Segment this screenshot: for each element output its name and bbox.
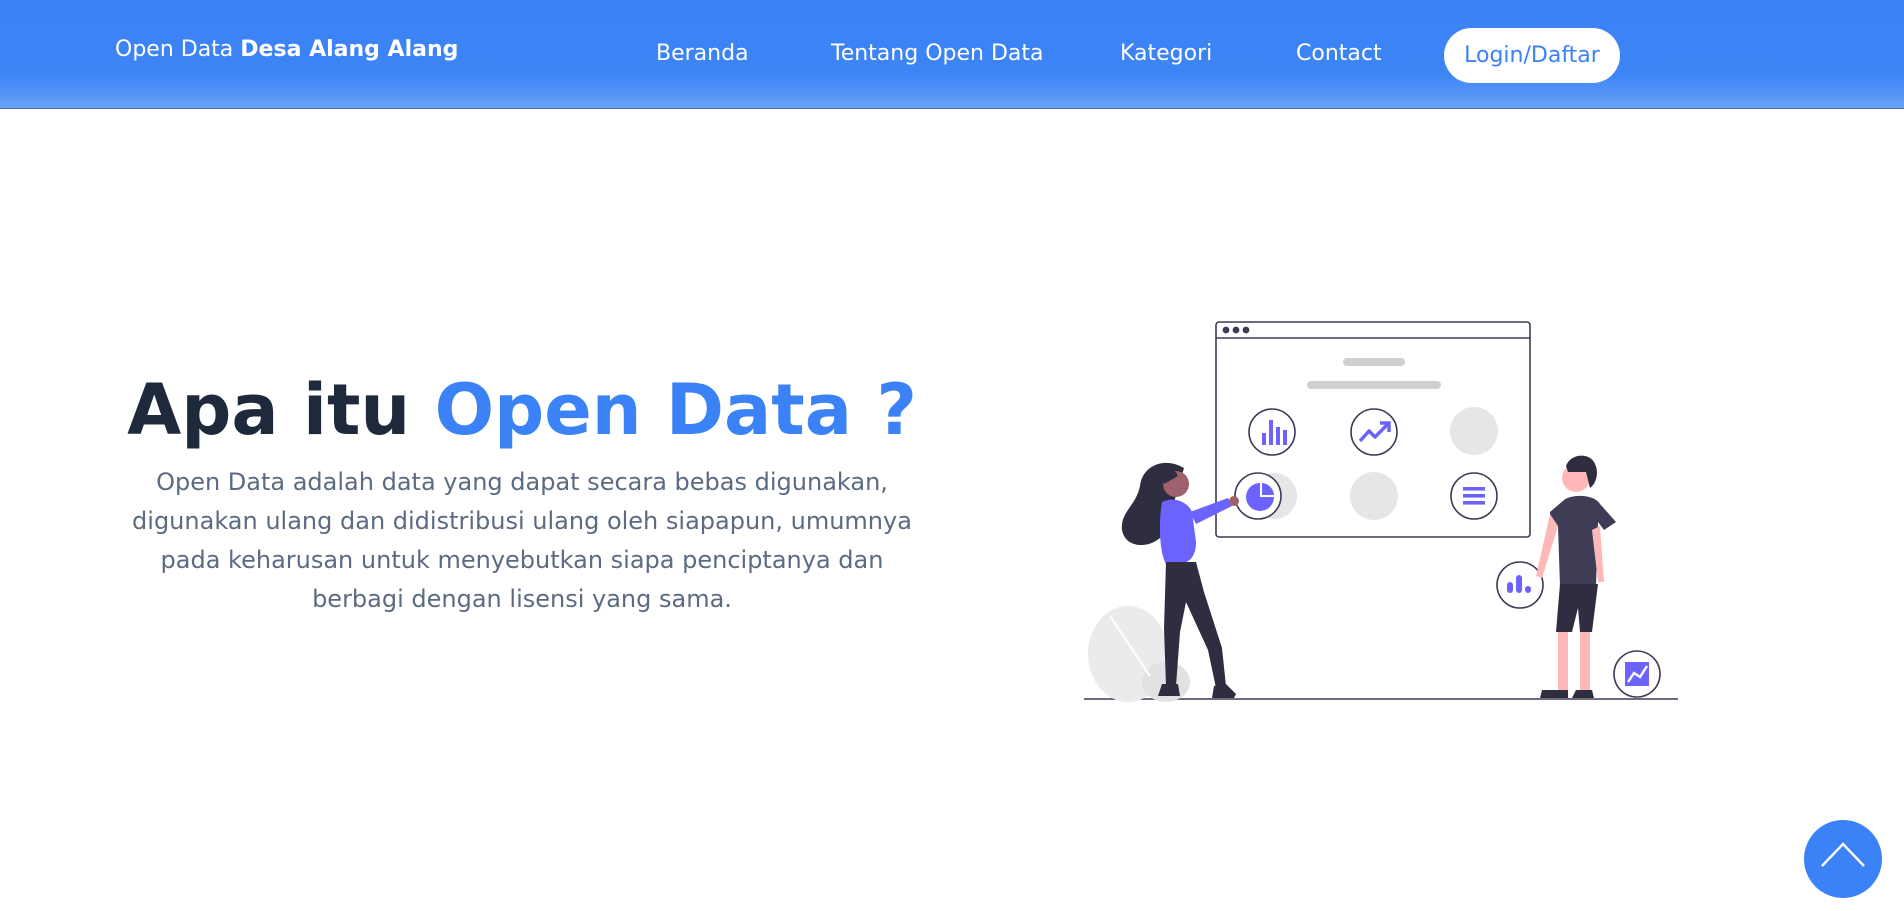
area-chart-icon	[1613, 650, 1661, 698]
nav-link-contact[interactable]: Contact	[1296, 40, 1382, 68]
list-icon	[1450, 472, 1498, 520]
login-daftar-button[interactable]: Login/Daftar	[1444, 28, 1620, 83]
dots-chart-icon	[1496, 561, 1544, 609]
trend-icon	[1350, 408, 1398, 456]
brand-prefix: Open Data	[115, 37, 234, 62]
scroll-to-top-button[interactable]	[1804, 820, 1882, 898]
chevron-up-icon	[1821, 842, 1865, 867]
navbar: Open Data Desa Alang Alang Beranda Tenta…	[0, 0, 1904, 109]
hero-description: Open Data adalah data yang dapat secara …	[132, 468, 912, 613]
hero-title-accent: Open Data ?	[434, 369, 917, 451]
dashboard-window	[1215, 321, 1531, 538]
brand-logo[interactable]: Open Data Desa Alang Alang	[115, 36, 458, 64]
man-figure	[1536, 455, 1616, 698]
pie-chart-icon	[1234, 472, 1282, 520]
nav-link-beranda[interactable]: Beranda	[656, 40, 749, 68]
nav-link-tentang-open-data[interactable]: Tentang Open Data	[831, 40, 1043, 68]
data-analysis-illustration	[1084, 321, 1678, 702]
hero-title-part1: Apa itu	[127, 369, 411, 451]
nav-link-kategori[interactable]: Kategori	[1120, 40, 1212, 68]
bar-chart-icon	[1248, 408, 1296, 456]
hero-title: Apa itu Open Data ?	[120, 368, 924, 452]
brand-name: Desa Alang Alang	[240, 37, 459, 62]
